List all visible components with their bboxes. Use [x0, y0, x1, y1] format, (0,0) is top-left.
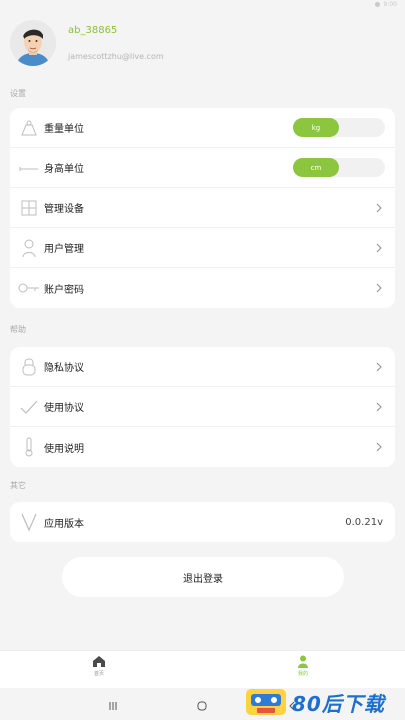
user-icon	[18, 238, 40, 258]
height-unit-row: 身高单位 cm	[10, 148, 395, 188]
logout-button[interactable]: 退出登录	[62, 557, 344, 597]
user-email: jamescottzhu@live.com	[68, 52, 164, 61]
bottom-tab-bar: 首页 我的	[0, 650, 405, 688]
status-time: 9:00	[383, 1, 397, 8]
chevron-right-icon	[376, 362, 382, 372]
tab-mine[interactable]: 我的	[283, 655, 323, 685]
help-card: 隐私协议 使用协议 使用说明	[10, 347, 395, 467]
chevron-right-icon	[376, 283, 382, 293]
ruler-icon	[18, 158, 40, 178]
manage-devices-label: 管理设备	[44, 204, 84, 215]
key-icon	[18, 278, 40, 298]
section-label-other: 其它	[10, 481, 26, 490]
manage-devices-row[interactable]: 管理设备	[10, 188, 395, 228]
height-unit-option-cm[interactable]: cm	[293, 158, 339, 177]
app-version-value: 0.0.21v	[345, 516, 383, 528]
privacy-policy-label: 隐私协议	[44, 363, 84, 374]
app-version-label: 应用版本	[44, 518, 84, 530]
notification-dot	[374, 2, 380, 7]
weight-unit-label: 重量单位	[44, 124, 84, 135]
section-label-settings: 设置	[10, 89, 26, 98]
tab-mine-label: 我的	[297, 671, 308, 677]
tab-home-label: 首页	[93, 671, 104, 677]
chevron-right-icon	[376, 402, 382, 412]
profile-header[interactable]: ab_38865 jamescottzhu@live.com	[10, 16, 390, 76]
terms-of-use-label: 使用协议	[44, 403, 84, 414]
instructions-label: 使用说明	[44, 443, 84, 455]
chevron-right-icon	[376, 243, 382, 253]
device-icon	[18, 198, 40, 218]
chevron-right-icon	[376, 442, 382, 452]
home-icon	[93, 656, 105, 667]
watermark: 80后下载	[244, 684, 402, 720]
app-version-row: 应用版本 0.0.21v	[10, 502, 395, 542]
settings-card: 重量单位 kg 身高单位 cm 管理设备 用户管理 账户密码	[10, 108, 395, 308]
tab-home[interactable]: 首页	[79, 655, 119, 685]
avatar-image	[10, 20, 56, 66]
height-unit-option-ft[interactable]	[339, 158, 385, 177]
watermark-text: 80后下载	[292, 691, 385, 716]
instructions-row[interactable]: 使用说明	[10, 427, 395, 467]
weight-unit-option-lb[interactable]	[339, 118, 385, 137]
thermometer-icon	[18, 437, 40, 457]
cassette-logo-icon	[246, 689, 286, 715]
other-card: 应用版本 0.0.21v	[10, 502, 395, 542]
username: ab_38865	[68, 25, 118, 36]
avatar[interactable]	[10, 20, 56, 66]
height-unit-label: 身高单位	[44, 164, 84, 175]
weight-unit-option-kg[interactable]: kg	[293, 118, 339, 137]
person-icon	[298, 655, 308, 668]
height-unit-toggle[interactable]: cm	[293, 158, 385, 177]
chevron-right-icon	[376, 203, 382, 213]
status-bar: 9:00	[0, 0, 405, 10]
home-button-icon[interactable]	[197, 701, 207, 711]
v-logo-icon	[18, 512, 40, 532]
user-management-row[interactable]: 用户管理	[10, 228, 395, 268]
weight-unit-row: 重量单位 kg	[10, 108, 395, 148]
weight-icon	[18, 118, 40, 138]
recents-icon[interactable]	[108, 701, 118, 711]
privacy-policy-row[interactable]: 隐私协议	[10, 347, 395, 387]
weight-unit-toggle[interactable]: kg	[293, 118, 385, 137]
account-password-label: 账户密码	[44, 284, 84, 296]
check-icon	[18, 397, 40, 417]
user-management-label: 用户管理	[44, 244, 84, 255]
terms-of-use-row[interactable]: 使用协议	[10, 387, 395, 427]
account-password-row[interactable]: 账户密码	[10, 268, 395, 308]
lock-icon	[18, 357, 40, 377]
section-label-help: 帮助	[10, 325, 26, 334]
